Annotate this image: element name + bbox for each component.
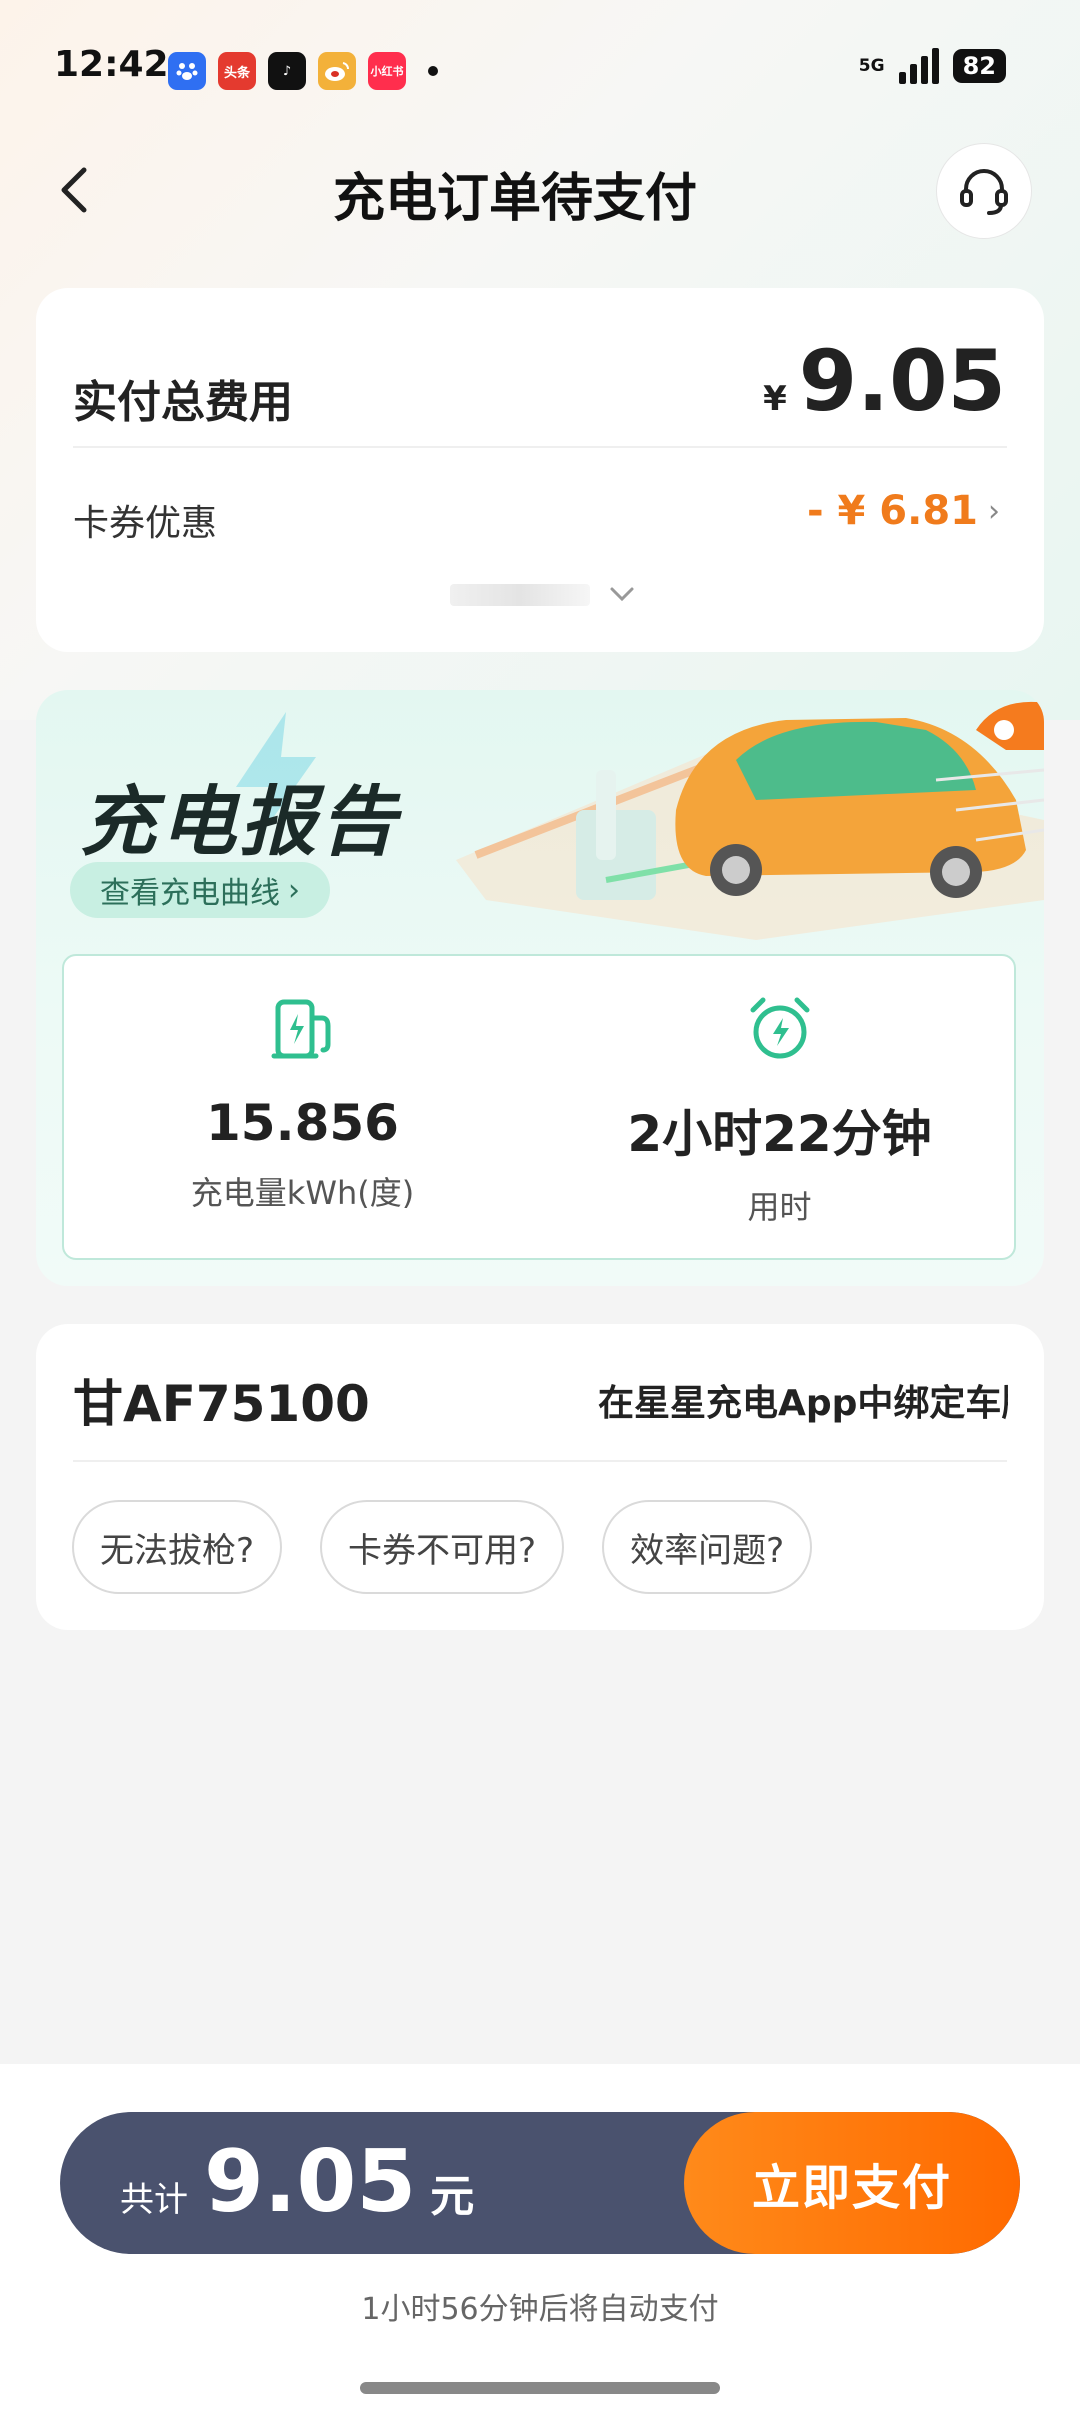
coupon-label: 卡券优惠	[73, 503, 218, 544]
chevron-right-icon: ›	[988, 493, 1000, 529]
charging-stats: 15.856 充电量kWh(度) 2小时22分钟 用时	[62, 954, 1016, 1260]
battery-icon: 82	[952, 49, 1006, 83]
bind-plate-link[interactable]: 在星星充电App中绑定车牌	[598, 1374, 1008, 1426]
total-fee-amount: ¥ 9.05	[763, 332, 1006, 430]
blurred-text	[450, 584, 590, 606]
pay-total-prefix: 共计	[120, 2180, 188, 2220]
battery-level: 82	[962, 52, 996, 80]
signal-icon	[898, 48, 939, 84]
auto-pay-note: 1小时56分钟后将自动支付	[361, 2292, 719, 2327]
coupon-discount-value: - ¥ 6.81	[807, 488, 978, 534]
car-illustration	[456, 701, 1044, 940]
energy-value: 15.856	[206, 1094, 399, 1152]
xiaohongshu-app-icon: 小红书	[368, 52, 406, 90]
currency-symbol: ¥	[763, 379, 787, 419]
chip-efficiency-issue[interactable]: 效率问题?	[602, 1500, 813, 1594]
energy-label: 充电量kWh(度)	[190, 1174, 415, 1212]
baidu-app-icon	[168, 52, 206, 90]
total-fee-value: 9.05	[798, 332, 1006, 430]
curve-link-label: 查看充电曲线	[100, 876, 280, 911]
toutiao-app-icon: 头条	[218, 52, 256, 90]
pay-total: 共计 9.05 元	[120, 2132, 474, 2232]
home-indicator[interactable]	[360, 2382, 720, 2394]
divider	[73, 446, 1007, 448]
total-fee-label: 实付总费用	[73, 377, 293, 428]
payment-panel: 共计 9.05 元 立即支付 1小时56分钟后将自动支付	[0, 2064, 1080, 2412]
network-type: 5G	[858, 55, 885, 76]
duration-label: 用时	[747, 1188, 812, 1226]
charging-pile-icon	[271, 999, 330, 1059]
status-indicators: 5G 82	[859, 48, 1006, 84]
pay-bar: 共计 9.05 元 立即支付	[60, 2112, 1020, 2254]
more-notifications-dot	[428, 66, 438, 76]
charging-report-card: 充电报告 查看充电曲线 › 15.856 充电量kWh(度) 2小时22分钟 用…	[36, 690, 1044, 1286]
chip-coupon-unavailable[interactable]: 卡券不可用?	[320, 1500, 565, 1594]
energy-stat: 15.856 充电量kWh(度)	[64, 994, 541, 1214]
headset-icon	[960, 169, 1008, 215]
page-title: 充电订单待支付	[332, 169, 697, 229]
tiktok-app-icon: ♪	[268, 52, 306, 90]
chip-cannot-unplug[interactable]: 无法拔枪?	[72, 1500, 283, 1594]
coupon-discount-row[interactable]: - ¥ 6.81 ›	[807, 488, 1000, 534]
customer-service-button[interactable]	[936, 143, 1032, 239]
divider	[73, 1460, 1007, 1462]
duration-stat: 2小时22分钟 用时	[541, 994, 1018, 1228]
fee-summary-card: 实付总费用 ¥ 9.05 卡券优惠 - ¥ 6.81 ›	[36, 288, 1044, 652]
license-plate: 甘AF75100	[73, 1375, 370, 1433]
weibo-app-icon	[318, 52, 356, 90]
duration-value: 2小时22分钟	[627, 1105, 932, 1163]
pay-total-amount: 9.05	[204, 2132, 417, 2232]
chevron-down-icon[interactable]	[602, 574, 642, 614]
notification-apps: 头条 ♪ 小红书	[168, 52, 438, 90]
pay-total-unit: 元	[430, 2171, 475, 2222]
status-time: 12:42	[54, 44, 169, 85]
alarm-clock-icon	[750, 997, 809, 1059]
vehicle-card: 甘AF75100 在星星充电App中绑定车牌 无法拔枪? 卡券不可用? 效率问题…	[36, 1324, 1044, 1630]
pay-now-button[interactable]: 立即支付	[684, 2112, 1020, 2254]
chevron-right-icon: ›	[288, 872, 300, 908]
report-title: 充电报告	[80, 777, 400, 866]
help-chips: 无法拔枪? 卡券不可用? 效率问题?	[72, 1500, 813, 1594]
view-charging-curve-button[interactable]: 查看充电曲线 ›	[70, 862, 330, 918]
